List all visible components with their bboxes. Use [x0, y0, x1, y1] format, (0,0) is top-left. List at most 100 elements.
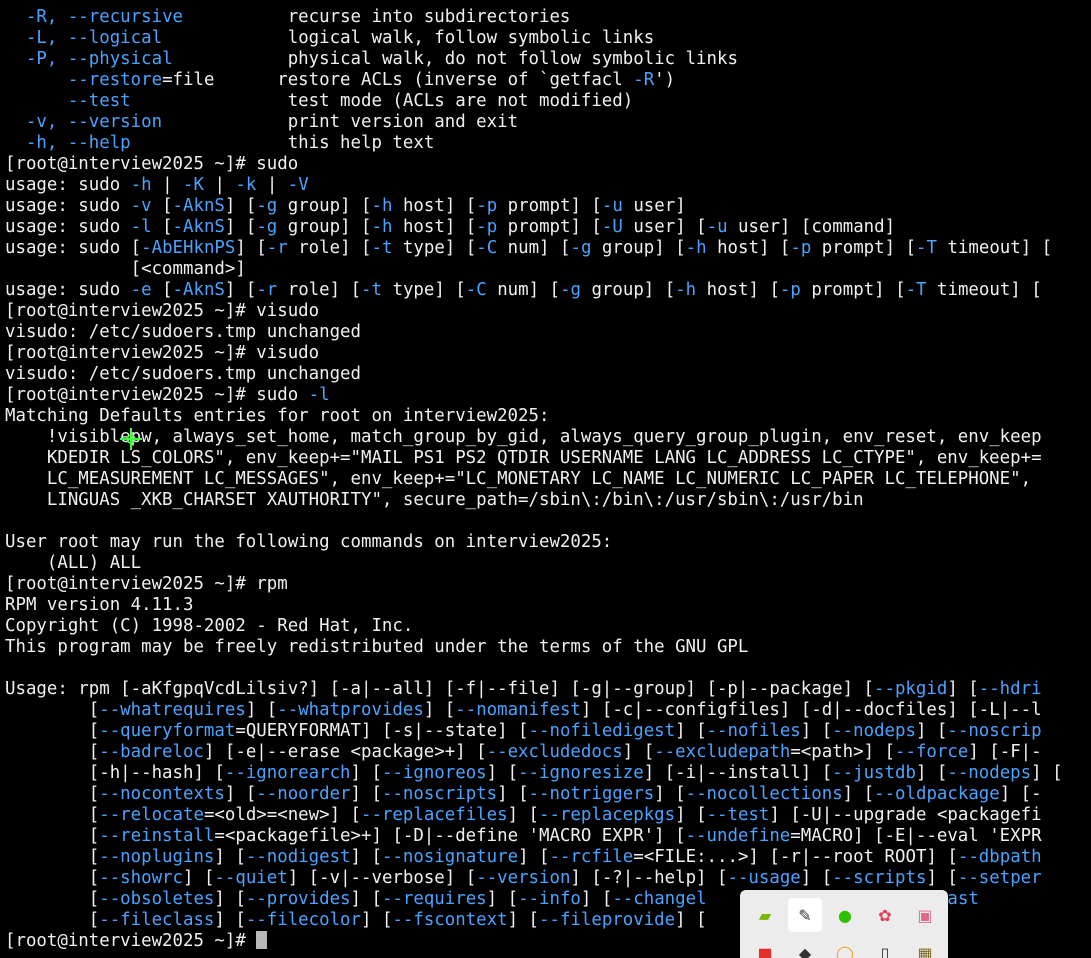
- terminal-line: (ALL) ALL: [0, 553, 1091, 574]
- terminal-text: prompt] [: [497, 196, 602, 216]
- terminal-text: ] [: [800, 868, 833, 888]
- terminal-text: usage: sudo [: [5, 238, 142, 258]
- option-flag-text: --force: [895, 742, 969, 762]
- app-flower-icon[interactable]: ✿: [868, 898, 902, 932]
- terminal-line: --restore=file restore ACLs (inverse of …: [0, 70, 1091, 91]
- usb-icon-glyph: ▯: [880, 943, 890, 958]
- option-flag-text: --nomanifest: [455, 700, 581, 720]
- terminal-text: [root@interview2025 ~]# rpm: [5, 574, 288, 594]
- option-flag-text: -AknS: [172, 196, 225, 216]
- terminal-text: ] [: [842, 784, 875, 804]
- terminal-text: ] [: [1031, 763, 1063, 783]
- terminal-text: host] [: [392, 217, 477, 237]
- terminal-text: [: [5, 805, 100, 825]
- option-flag-text: -g: [560, 280, 581, 300]
- terminal-text: [: [5, 847, 100, 867]
- shield-icon[interactable]: ◆: [788, 936, 822, 958]
- option-flag-text: --whatrequires: [99, 700, 246, 720]
- calendar-icon-glyph: ▣: [917, 905, 933, 925]
- option-flag-text: -r: [256, 280, 278, 300]
- option-flag-text: --queryformat: [99, 721, 236, 741]
- terminal-line: usage: sudo -e [-AknS] [-r role] [-t typ…: [0, 280, 1091, 301]
- terminal-text: prompt] [: [497, 217, 602, 237]
- option-flag-text: -R, --recursive: [25, 7, 184, 27]
- ring-icon[interactable]: ◯: [828, 936, 862, 958]
- option-flag-text: --requires: [381, 889, 487, 909]
- terminal-line: This program may be freely redistributed…: [0, 637, 1091, 658]
- red-app-icon[interactable]: ■: [748, 936, 782, 958]
- terminal-output[interactable]: -R, --recursive recurse into subdirector…: [0, 0, 1091, 958]
- option-flag-text: -g: [256, 217, 278, 237]
- terminal-text: ] [: [486, 763, 519, 783]
- terminal-line: -L, --logical logical walk, follow symbo…: [0, 28, 1091, 49]
- terminal-text: [root@interview2025 ~]# sudo: [5, 154, 299, 174]
- option-flag-text: -t: [371, 238, 393, 258]
- terminal-text: ] [: [507, 910, 540, 930]
- app-flower-icon-glyph: ✿: [878, 905, 892, 925]
- option-flag-text: --excludedocs: [486, 742, 623, 762]
- terminal-text: !visiblepw, always_set_home, match_group…: [5, 427, 1042, 447]
- terminal-text: [: [5, 700, 100, 720]
- terminal-text: ] [: [245, 700, 278, 720]
- option-flag-text: -g: [570, 238, 592, 258]
- terminal-line: --test test mode (ACLs are not modified): [0, 91, 1091, 112]
- option-flag-text: -h: [685, 238, 707, 258]
- terminal-text: group] [: [277, 196, 372, 216]
- option-flag-text: --setper: [957, 868, 1042, 888]
- option-flag-text: --restore: [67, 70, 163, 90]
- terminal-line: !visiblepw, always_set_home, match_group…: [0, 427, 1091, 448]
- terminal-line: Copyright (C) 1998-2002 - Red Hat, Inc.: [0, 616, 1091, 637]
- terminal-line: [root@interview2025 ~]# visudo: [0, 343, 1091, 364]
- terminal-text: [: [5, 742, 100, 762]
- usb-icon[interactable]: ▯: [868, 936, 902, 958]
- terminal-line: [--showrc] [--quiet] [-v|--verbose] [--v…: [0, 868, 1091, 889]
- terminal-text: host] [: [392, 196, 477, 216]
- terminal-text: KDEDIR LS_COLORS", env_keep+="MAIL PS1 P…: [5, 448, 1042, 468]
- terminal-text: ] [: [350, 847, 382, 867]
- terminal-text: ] [: [675, 721, 707, 741]
- terminal-line: [<command>]: [0, 259, 1091, 280]
- terminal-text: =<path>] [: [790, 742, 896, 762]
- terminal-text: timeout] [: [936, 238, 1053, 258]
- terminal-line: -P, --physical physical walk, do not fol…: [0, 49, 1091, 70]
- terminal-text: this help text: [130, 133, 435, 153]
- terminal-text: visudo: /etc/sudoers.tmp unchanged: [5, 322, 361, 342]
- pen-tool-icon[interactable]: ✎: [788, 898, 822, 932]
- terminal-line: [--whatrequires] [--whatprovides] [--nom…: [0, 700, 1091, 721]
- terminal-text: physical walk, do not follow symbolic li…: [172, 49, 738, 69]
- option-flag-text: --quiet: [214, 868, 288, 888]
- option-flag-text: -r: [266, 238, 288, 258]
- terminal-text: ] [: [224, 784, 257, 804]
- mouse-crosshair-cursor-icon: [120, 428, 142, 450]
- option-flag-text: --filecolor: [245, 910, 361, 930]
- terminal-text: [: [5, 721, 100, 741]
- terminal-text: role] [: [287, 238, 372, 258]
- terminal-text: role] [: [277, 280, 362, 300]
- terminal-line: Matching Defaults entries for root on in…: [0, 406, 1091, 427]
- terminal-text: [<command>]: [5, 259, 246, 279]
- option-flag-text: -AknS: [172, 217, 225, 237]
- terminal-line: [--reinstall=<packagefile>+] [-D|--defin…: [0, 826, 1091, 847]
- option-flag-text: --fscontext: [392, 910, 508, 930]
- nvidia-icon[interactable]: ▰: [748, 898, 782, 932]
- terminal-text: ] [: [580, 889, 613, 909]
- terminal-line: KDEDIR LS_COLORS", env_keep+="MAIL PS1 P…: [0, 448, 1091, 469]
- terminal-line: RPM version 4.11.3: [0, 595, 1091, 616]
- grid-app-icon[interactable]: ▦: [908, 936, 942, 958]
- terminal-text: ] [: [350, 763, 382, 783]
- terminal-text: [: [5, 889, 100, 909]
- option-flag-text: -v, --version: [25, 112, 163, 132]
- wechat-icon[interactable]: ●: [828, 898, 862, 932]
- terminal-text: ] [: [507, 805, 540, 825]
- option-flag-text: -h: [371, 217, 393, 237]
- option-flag-text: -l: [308, 385, 330, 405]
- terminal-line: [root@interview2025 ~]# rpm: [0, 574, 1091, 595]
- calendar-icon[interactable]: ▣: [908, 898, 942, 932]
- terminal-text: ] [: [675, 805, 707, 825]
- terminal-text: type] [: [382, 280, 466, 300]
- terminal-text: [root@interview2025 ~]# visudo: [5, 301, 320, 321]
- option-flag-text: --noscripts: [381, 784, 498, 804]
